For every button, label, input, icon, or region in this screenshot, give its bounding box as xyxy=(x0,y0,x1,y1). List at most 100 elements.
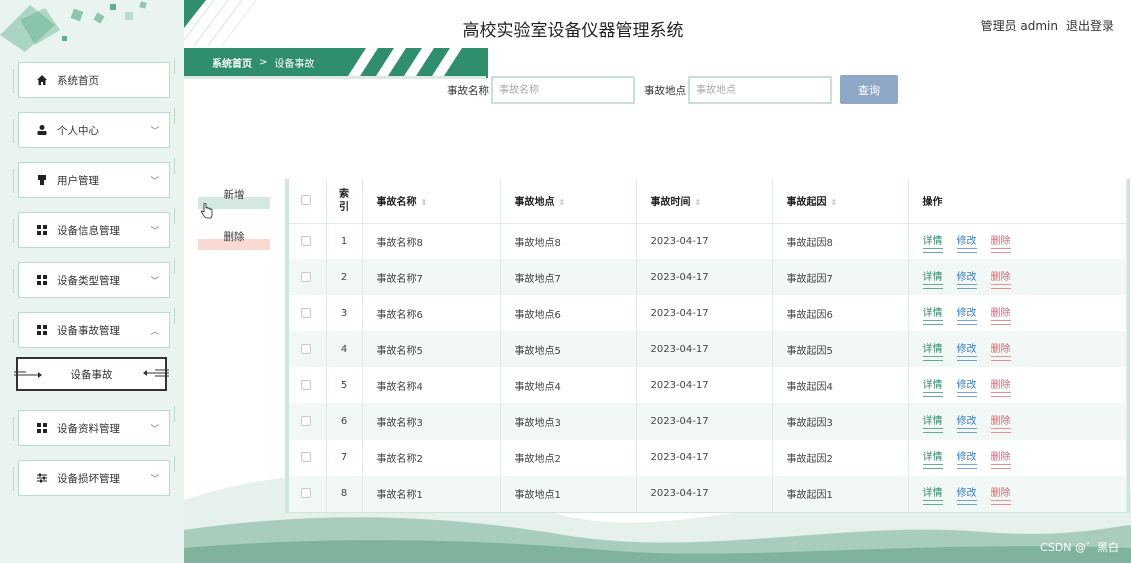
row-checkbox[interactable] xyxy=(301,343,311,354)
search-location-input[interactable] xyxy=(688,76,832,104)
header-index: 索引 xyxy=(326,179,363,224)
edit-link[interactable]: 修改 xyxy=(956,412,977,434)
sidebar-item-4[interactable]: 设备类型管理 ﹀ xyxy=(13,258,175,298)
sort-icon[interactable]: ⇕ xyxy=(421,198,428,207)
edit-link[interactable]: 修改 xyxy=(956,232,977,253)
sidebar-item-label: 设备类型管理 xyxy=(57,274,120,287)
row-checkbox-cell xyxy=(289,259,327,296)
row-checkbox[interactable] xyxy=(301,416,311,427)
row-checkbox[interactable] xyxy=(301,379,311,390)
select-all-checkbox[interactable] xyxy=(301,195,311,206)
cell-location: 事故地点5 xyxy=(500,331,637,368)
sidebar-item-1[interactable]: 个人中心 ﹀ xyxy=(13,108,175,148)
row-checkbox[interactable] xyxy=(301,488,311,499)
chevron-down-icon[interactable]: ﹀ xyxy=(147,274,163,287)
delete-batch-button[interactable]: 删除 xyxy=(198,229,270,251)
cell-location: 事故地点4 xyxy=(500,367,637,404)
search-name-input[interactable] xyxy=(491,76,635,104)
cell-index: 5 xyxy=(326,367,363,404)
chevron-up-icon[interactable]: ︿ xyxy=(147,324,163,337)
chevron-down-icon[interactable]: ﹀ xyxy=(147,124,163,137)
detail-link[interactable]: 详情 xyxy=(922,340,943,361)
cell-ops: 详情 修改 删除 xyxy=(908,331,1127,368)
cell-index: 7 xyxy=(326,439,363,476)
detail-link[interactable]: 详情 xyxy=(922,232,943,253)
chevron-down-icon[interactable]: ﹀ xyxy=(147,422,163,435)
edit-link[interactable]: 修改 xyxy=(956,376,977,397)
delete-link[interactable]: 删除 xyxy=(990,484,1011,506)
delete-link[interactable]: 删除 xyxy=(990,340,1011,361)
cell-cause: 事故起因3 xyxy=(772,403,909,440)
detail-link[interactable]: 详情 xyxy=(922,484,943,506)
home-icon xyxy=(35,73,49,87)
cell-index: 3 xyxy=(326,295,363,332)
delete-link[interactable]: 删除 xyxy=(990,304,1011,325)
chevron-down-icon[interactable]: ﹀ xyxy=(147,174,163,187)
delete-link[interactable]: 删除 xyxy=(990,268,1011,289)
cell-cause: 事故起因7 xyxy=(772,259,909,296)
accident-table: 索引 事故名称 ⇕ 事故地点 ⇕ 事故时间 ⇕ 事故起因 ⇕ 操作 1 事故名称8 事故地点… xyxy=(289,179,1127,512)
cell-index: 4 xyxy=(326,331,363,368)
cell-time: 2023-04-17 xyxy=(636,331,773,368)
accident-table-container: 索引 事故名称 ⇕ 事故地点 ⇕ 事故时间 ⇕ 事故起因 ⇕ 操作 1 事故名称8 事故地点… xyxy=(285,179,1130,513)
cell-name: 事故名称7 xyxy=(362,259,501,296)
sidebar-item-7[interactable]: 设备损坏管理 ﹀ xyxy=(13,456,175,496)
sidebar-item-5[interactable]: 设备事故管理 ︿ xyxy=(13,308,175,348)
delete-link[interactable]: 删除 xyxy=(990,376,1011,397)
sidebar-item-6[interactable]: 设备资料管理 ﹀ xyxy=(13,406,175,446)
sidebar: 系统首页 个人中心 ﹀ 用户管理 ﹀ 设备信息管理 ﹀ 设备类型管理 ﹀ 设备事故管理 ︿ 设备资料管… xyxy=(0,0,184,563)
row-checkbox-cell xyxy=(289,223,327,260)
delete-link[interactable]: 删除 xyxy=(990,232,1011,253)
sidebar-item-0[interactable]: 系统首页 xyxy=(13,58,175,98)
submenu-item-device-accident[interactable]: 设备事故 xyxy=(14,357,169,391)
detail-link[interactable]: 详情 xyxy=(922,376,943,397)
logout-link[interactable]: 退出登录 xyxy=(1066,17,1114,34)
row-checkbox[interactable] xyxy=(301,271,311,282)
header-ops-label: 操作 xyxy=(922,197,943,209)
sidebar-item-3[interactable]: 设备信息管理 ﹀ xyxy=(13,208,175,248)
delete-link[interactable]: 删除 xyxy=(990,448,1011,470)
edit-link[interactable]: 修改 xyxy=(956,304,977,325)
sort-icon[interactable]: ⇕ xyxy=(559,198,566,207)
row-checkbox[interactable] xyxy=(301,235,311,246)
cell-name: 事故名称4 xyxy=(362,367,501,404)
submenu-label: 设备事故 xyxy=(70,368,113,381)
row-checkbox[interactable] xyxy=(301,307,311,318)
cell-cause: 事故起因2 xyxy=(772,439,909,476)
breadcrumb-home[interactable]: 系统首页 xyxy=(212,55,252,70)
cell-ops: 详情 修改 删除 xyxy=(908,367,1127,404)
cell-cause: 事故起因4 xyxy=(772,367,909,404)
edit-link[interactable]: 修改 xyxy=(956,340,977,361)
hand-pointer-icon xyxy=(200,203,213,219)
delete-link[interactable]: 删除 xyxy=(990,412,1011,434)
cell-location: 事故地点6 xyxy=(500,295,637,332)
edit-link[interactable]: 修改 xyxy=(956,448,977,470)
user-manage-icon xyxy=(35,173,49,187)
edit-link[interactable]: 修改 xyxy=(956,268,977,289)
table-row: 5 事故名称4 事故地点4 2023-04-17 事故起因4 详情 修改 删除 xyxy=(289,367,1127,404)
header-cause[interactable]: 事故起因 ⇕ xyxy=(772,179,909,224)
breadcrumb-tab-edge xyxy=(486,48,488,78)
header-name[interactable]: 事故名称 ⇕ xyxy=(362,179,501,224)
sort-icon[interactable]: ⇕ xyxy=(831,198,838,207)
search-button[interactable]: 查询 xyxy=(840,75,898,104)
detail-link[interactable]: 详情 xyxy=(922,412,943,434)
cell-location: 事故地点8 xyxy=(500,223,637,260)
sort-icon[interactable]: ⇕ xyxy=(695,198,702,207)
breadcrumb-stripes-decoration xyxy=(348,48,462,76)
edit-link[interactable]: 修改 xyxy=(956,484,977,506)
chevron-down-icon[interactable]: ﹀ xyxy=(147,224,163,237)
row-checkbox[interactable] xyxy=(301,452,311,463)
detail-link[interactable]: 详情 xyxy=(922,448,943,470)
sidebar-item-label: 个人中心 xyxy=(57,124,99,137)
header-time[interactable]: 事故时间 ⇕ xyxy=(636,179,773,224)
chevron-down-icon[interactable]: ﹀ xyxy=(147,472,163,485)
detail-link[interactable]: 详情 xyxy=(922,268,943,289)
cell-name: 事故名称6 xyxy=(362,295,501,332)
header-location[interactable]: 事故地点 ⇕ xyxy=(500,179,637,224)
cell-location: 事故地点2 xyxy=(500,439,637,476)
detail-link[interactable]: 详情 xyxy=(922,304,943,325)
sidebar-item-2[interactable]: 用户管理 ﹀ xyxy=(13,158,175,198)
cell-location: 事故地点1 xyxy=(500,475,637,512)
grid-icon xyxy=(35,323,49,337)
